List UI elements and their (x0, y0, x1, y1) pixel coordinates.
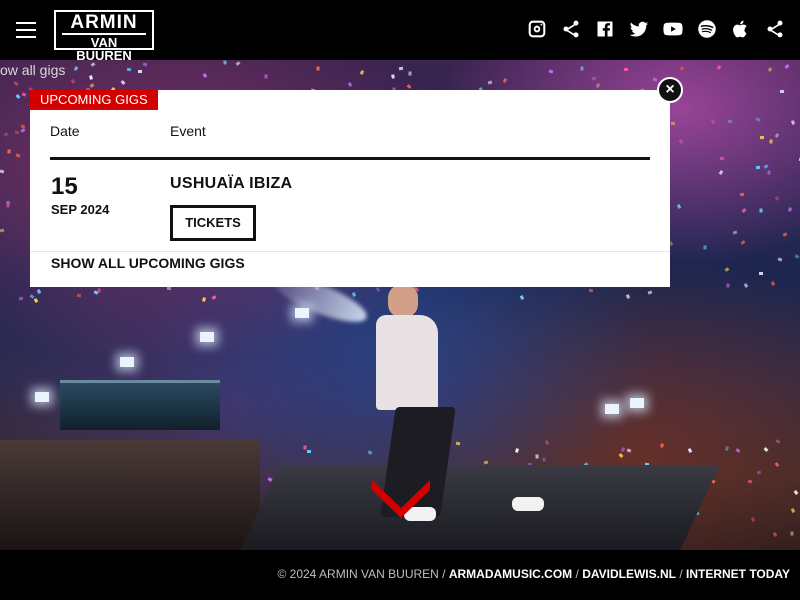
upcoming-gigs-modal: UPCOMING GIGS Date Event 15 SEP 2024 USH… (30, 90, 670, 287)
stage-light (605, 404, 619, 414)
gig-month-year: SEP 2024 (51, 202, 110, 217)
facebook-icon[interactable] (594, 18, 616, 40)
youtube-icon[interactable] (662, 18, 684, 40)
stage-light (200, 332, 214, 342)
footer-credits: © 2024 ARMIN VAN BUUREN / ARMADAMUSIC.CO… (277, 567, 790, 581)
tickets-button[interactable]: TICKETS (170, 205, 256, 241)
spotify-icon[interactable] (696, 18, 718, 40)
scroll-down-chevron-icon[interactable] (370, 478, 432, 518)
social-links (526, 18, 786, 42)
gig-venue: USHUAÏA IBIZA (170, 175, 293, 192)
stadium-stand (60, 380, 220, 430)
internet-today-link[interactable]: INTERNET TODAY (686, 567, 790, 581)
menu-icon[interactable] (16, 22, 36, 38)
copyright-text: © 2024 ARMIN VAN BUUREN (277, 567, 439, 581)
share-icon[interactable] (764, 18, 786, 40)
site-header: ARMIN VAN BUUREN (0, 0, 800, 62)
gig-day: 15 (51, 173, 78, 200)
show-all-gigs-link[interactable]: ow all gigs (0, 62, 65, 78)
show-all-upcoming-gigs-link[interactable]: SHOW ALL UPCOMING GIGS (51, 255, 245, 271)
stage-light (295, 308, 309, 318)
davidlewis-link[interactable]: DAVIDLEWIS.NL (582, 567, 676, 581)
armadamusic-link[interactable]: ARMADAMUSIC.COM (449, 567, 572, 581)
site-footer: © 2024 ARMIN VAN BUUREN / ARMADAMUSIC.CO… (0, 550, 800, 600)
stage-light (35, 392, 49, 402)
instagram-icon[interactable] (526, 18, 548, 40)
stage-platform (240, 465, 720, 550)
stage-equipment (0, 440, 260, 550)
twitter-icon[interactable] (628, 18, 650, 40)
column-header-date: Date (50, 123, 80, 139)
modal-tag: UPCOMING GIGS (30, 90, 158, 110)
column-header-event: Event (170, 123, 206, 139)
divider (50, 157, 650, 160)
stage-light (630, 398, 644, 408)
stage-light (120, 357, 134, 367)
close-icon[interactable]: × (657, 77, 683, 103)
apple-icon[interactable] (730, 18, 752, 40)
divider (30, 251, 670, 252)
share-icon[interactable] (560, 18, 582, 40)
logo[interactable]: ARMIN VAN BUUREN (54, 10, 154, 62)
